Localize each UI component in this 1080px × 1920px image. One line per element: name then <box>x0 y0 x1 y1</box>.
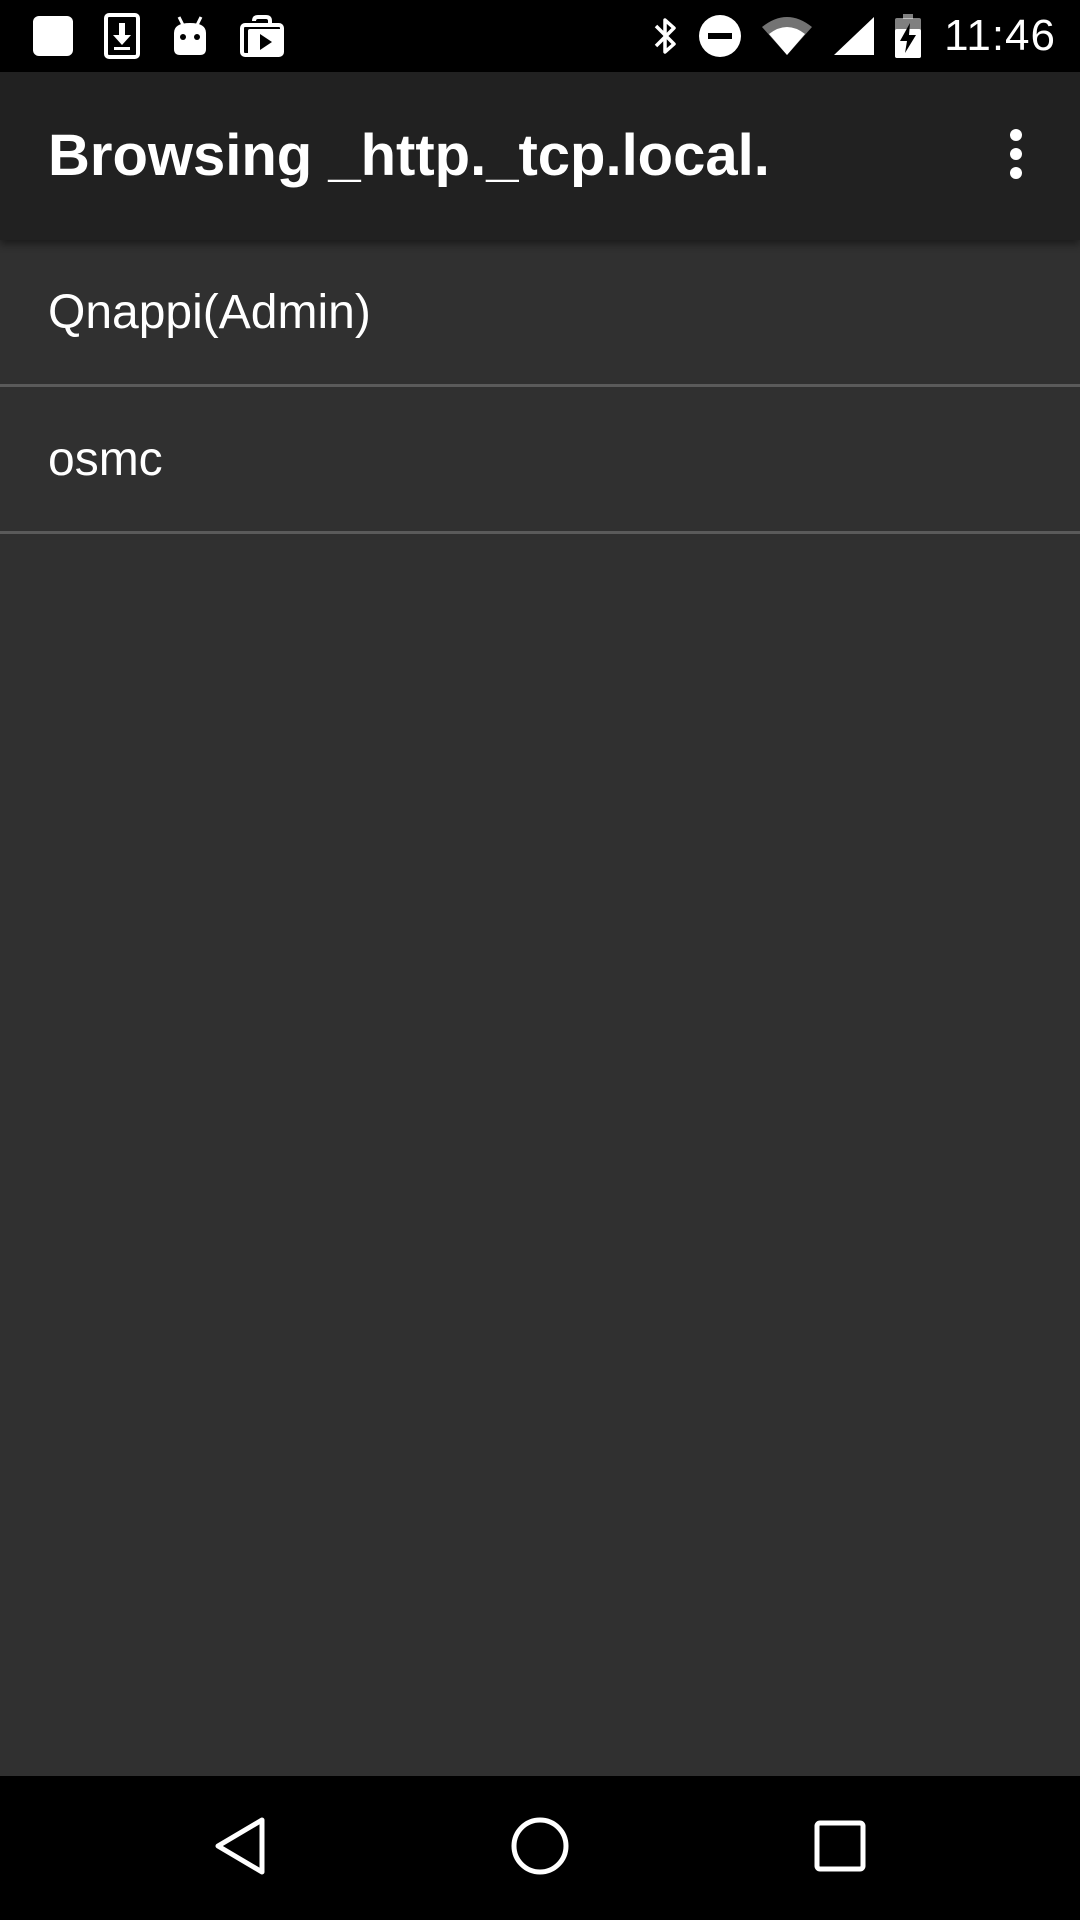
battery-charging-icon <box>894 0 922 72</box>
home-icon <box>510 1816 570 1881</box>
service-name: Qnappi(Admin) <box>48 285 371 339</box>
recents-icon <box>813 1819 867 1878</box>
list-item[interactable]: Qnappi(Admin) <box>0 240 1080 387</box>
status-time: 11:46 <box>944 11 1056 60</box>
blank-square-icon <box>32 0 74 72</box>
back-button[interactable] <box>170 1776 310 1920</box>
app-bar: Browsing _http._tcp.local. <box>0 72 1080 240</box>
recents-button[interactable] <box>770 1776 910 1920</box>
bluetooth-icon <box>652 0 680 72</box>
cell-signal-icon <box>832 0 876 72</box>
status-bar: 11:46 <box>0 0 1080 72</box>
page-title: Browsing _http._tcp.local. <box>48 123 770 188</box>
home-button[interactable] <box>470 1776 610 1920</box>
screen: 11:46 Browsing _http._tcp.local. Qnappi(… <box>0 0 1080 1920</box>
download-icon <box>104 0 140 72</box>
overflow-menu-button[interactable] <box>976 108 1056 204</box>
system-icons: 11:46 <box>652 0 1056 72</box>
more-vert-icon <box>1006 128 1026 185</box>
notification-icons <box>32 0 284 72</box>
back-icon <box>212 1816 268 1881</box>
service-name: osmc <box>48 432 163 486</box>
video-store-icon <box>240 0 284 72</box>
list-item[interactable]: osmc <box>0 387 1080 534</box>
android-icon <box>170 0 210 72</box>
service-list: Qnappi(Admin) osmc <box>0 240 1080 534</box>
do-not-disturb-icon <box>698 0 742 72</box>
navigation-bar <box>0 1776 1080 1920</box>
wifi-icon <box>760 0 814 72</box>
